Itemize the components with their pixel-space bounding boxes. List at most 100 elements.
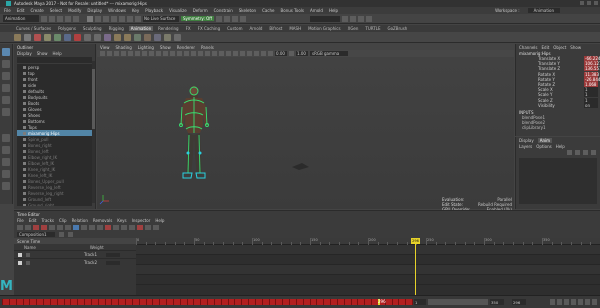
tool-settings-icon[interactable] (357, 15, 364, 22)
create-clip-icon[interactable] (49, 224, 55, 230)
viewport-menu-lighting[interactable]: Lighting (138, 45, 154, 50)
render-settings-icon[interactable] (231, 15, 238, 22)
outliner-item[interactable]: Ground_right (17, 202, 92, 206)
channel-row[interactable]: Visibility on (516, 102, 600, 108)
te-menu-keys[interactable]: Keys (117, 218, 126, 223)
menu-skeleton[interactable]: Skeleton (239, 8, 256, 13)
select-hierarchy-icon[interactable] (87, 15, 93, 22)
snap-grid-icon[interactable] (111, 15, 117, 22)
single-view-icon[interactable] (2, 134, 10, 142)
motion-path-icon[interactable] (64, 33, 71, 41)
menu-constrain[interactable]: Constrain (214, 8, 233, 13)
character-mesh[interactable] (179, 86, 209, 179)
layer-list[interactable] (519, 158, 597, 204)
outliner-scroll-thumb[interactable] (92, 69, 95, 129)
te-menu-help[interactable]: Help (155, 218, 164, 223)
filter-icon[interactable] (17, 224, 23, 230)
key-all-icon[interactable] (41, 224, 47, 230)
shelf-tab-fx-caching[interactable]: FX Caching (196, 26, 222, 31)
new-scene-icon[interactable] (41, 15, 47, 22)
te-menu-clip[interactable]: Clip (59, 218, 67, 223)
move-tool-icon[interactable] (2, 84, 10, 92)
menu-display[interactable]: Display (87, 8, 102, 13)
composition-edit-icon[interactable] (68, 232, 73, 237)
graph-editor-icon[interactable] (84, 33, 91, 41)
outliner-menu-help[interactable]: Help (53, 51, 62, 56)
persp-graph-icon[interactable] (2, 170, 10, 178)
menu-key[interactable]: Key (132, 8, 139, 13)
render-icon[interactable] (215, 15, 222, 22)
play-back-icon[interactable] (571, 299, 576, 305)
shadows-icon[interactable] (212, 51, 217, 56)
four-view-icon[interactable] (2, 146, 10, 154)
colorspace-dropdown[interactable]: sRGB gamma (310, 51, 348, 56)
skeleton-icon[interactable] (14, 33, 21, 41)
time-ruler[interactable]: 050100150200250300350400 (136, 238, 600, 245)
mute-icon[interactable] (113, 224, 119, 230)
film-gate-icon[interactable] (135, 51, 140, 56)
select-tool-icon[interactable] (2, 48, 10, 56)
viewport-menu-shading[interactable]: Shading (116, 45, 132, 50)
orient-icon[interactable] (124, 33, 131, 41)
track-timeline[interactable]: 050100150200250300350400 296 (136, 238, 600, 295)
outliner-menu-show[interactable]: Show (37, 51, 48, 56)
snap-surface-icon[interactable] (135, 15, 141, 22)
ik-handle-icon[interactable] (34, 33, 41, 41)
play-forward-icon[interactable] (578, 299, 583, 305)
menu-playback[interactable]: Playback (145, 8, 163, 13)
group-icon[interactable] (97, 224, 103, 230)
timeline-lane[interactable] (136, 265, 600, 275)
constraint-icon[interactable] (104, 33, 111, 41)
motion-blur-icon[interactable] (226, 51, 231, 56)
shelf-tab-xgen[interactable]: XGen (346, 26, 361, 31)
menu-windows[interactable]: Windows (108, 8, 126, 13)
search-icon[interactable] (25, 224, 31, 230)
ripple-icon[interactable] (89, 224, 95, 230)
shelf-tab-rendering[interactable]: Rendering (156, 26, 180, 31)
key-icon[interactable] (33, 224, 39, 230)
select-component-icon[interactable] (103, 15, 109, 22)
input-cliplibrary1[interactable]: clipLibrary1 (516, 125, 600, 130)
maximize-button[interactable] (587, 1, 591, 5)
select-object-icon[interactable] (95, 15, 101, 22)
new-layer-icon[interactable] (583, 150, 588, 155)
exposure-field[interactable]: 0.00 (275, 51, 287, 56)
xray-joints-icon[interactable] (254, 51, 259, 56)
track-enable-checkbox[interactable] (18, 252, 22, 257)
te-menu-edit[interactable]: Edit (29, 218, 37, 223)
ipr-render-icon[interactable] (223, 15, 230, 22)
track-row[interactable]: Track1 (14, 250, 136, 258)
menu-arnold[interactable]: Arnold (310, 8, 323, 13)
ambient-occlusion-icon[interactable] (219, 51, 224, 56)
shelf-tab-turtle[interactable]: TURTLE (363, 26, 382, 31)
redo-icon[interactable] (73, 15, 79, 22)
snap-icon[interactable] (81, 224, 87, 230)
shelf-tab-custom[interactable]: Custom (225, 26, 244, 31)
move-layer-down-icon[interactable] (575, 150, 580, 155)
outliner-search-field[interactable] (17, 57, 92, 63)
menu-visualize[interactable]: Visualize (169, 8, 187, 13)
cb-menu-object[interactable]: Object (553, 45, 566, 50)
rotate-tool-icon[interactable] (2, 96, 10, 104)
anti-aliasing-icon[interactable] (233, 51, 238, 56)
timeline-lane[interactable] (136, 255, 600, 265)
export-icon[interactable] (65, 224, 71, 230)
trim-icon[interactable] (129, 224, 135, 230)
track-row[interactable]: Track2 (14, 258, 136, 266)
input-line-field[interactable] (309, 15, 340, 22)
current-frame-field[interactable]: 296 (512, 299, 526, 305)
hypershade-icon[interactable] (239, 15, 246, 22)
te-menu-tracks[interactable]: Tracks (41, 218, 54, 223)
dope-sheet-icon[interactable] (94, 33, 101, 41)
channel-label[interactable]: Visibility (538, 103, 555, 108)
smooth-shade-icon[interactable] (177, 51, 182, 56)
shelf-tab-arnold[interactable]: Arnold (247, 26, 264, 31)
playhead[interactable] (415, 238, 416, 295)
cb-menu-show[interactable]: Show (570, 45, 581, 50)
menu-deform[interactable]: Deform (193, 8, 208, 13)
import-icon[interactable] (57, 224, 63, 230)
time-slider-bar[interactable] (2, 299, 413, 305)
key-insert-icon[interactable] (137, 224, 143, 230)
cb-menu-edit[interactable]: Edit (542, 45, 550, 50)
joint-icon[interactable] (24, 33, 31, 41)
